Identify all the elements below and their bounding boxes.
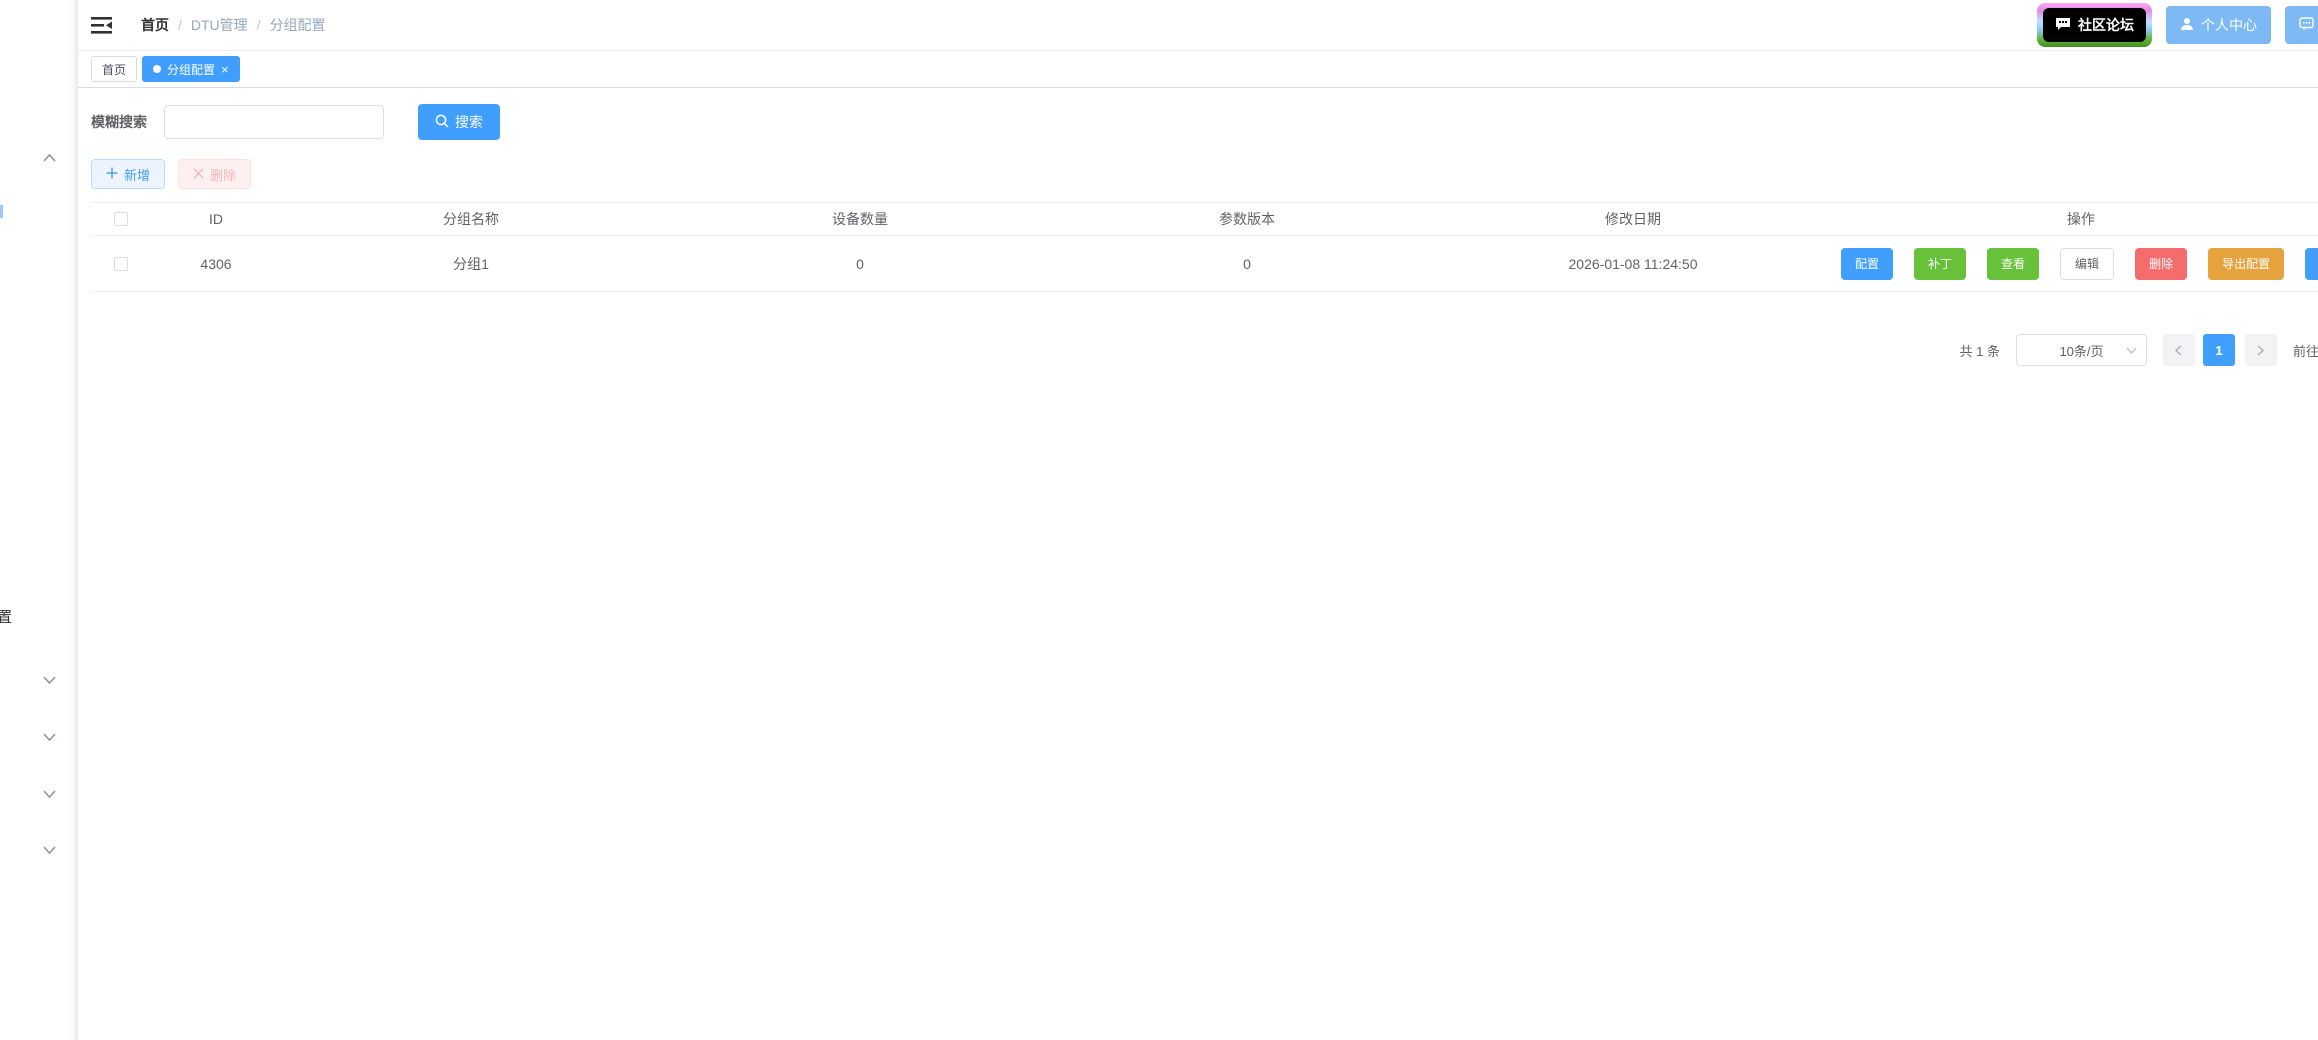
delete-button-label: 删除 <box>210 167 237 183</box>
column-header-actions: 操作 <box>2067 211 2095 227</box>
configure-button[interactable]: 配置 <box>1841 247 1894 280</box>
messages-button[interactable]: 消息 <box>2285 6 2318 44</box>
tab-group-config[interactable]: 分组配置 × <box>142 56 240 82</box>
community-forum-button[interactable]: 社区论坛 <box>2037 3 2152 47</box>
edit-button[interactable]: 编辑 <box>2060 247 2115 280</box>
profile-label: 个人中心 <box>2201 17 2257 33</box>
chevron-down-icon[interactable] <box>43 728 56 746</box>
tab-home[interactable]: 首页 <box>91 56 138 82</box>
chevron-up-icon[interactable] <box>43 149 56 167</box>
row-actions: 配置 补丁 查看 编辑 删除 导出配置 <box>1831 247 2318 280</box>
sidebar-active-sliver <box>0 205 3 218</box>
breadcrumb-home[interactable]: 首页 <box>141 15 169 35</box>
message-icon <box>2299 16 2314 34</box>
comment-icon <box>2055 17 2071 34</box>
cell-group-name: 分组1 <box>453 255 489 272</box>
tab-bar: 首页 分组配置 × <box>78 51 2318 88</box>
row-delete-button[interactable]: 删除 <box>2135 247 2188 280</box>
main-area: 首页 / DTU管理 / 分组配置 社区论坛 个人中心 首页 分组配置 × 模糊… <box>78 0 2318 366</box>
column-header-modified-date: 修改日期 <box>1605 211 1661 227</box>
toolbar: 新增 删除 <box>91 159 2318 189</box>
content: 模糊搜索 搜索 新增 删除 ID 分组名称 设备数量 参数版本 修改日期 操作 … <box>78 104 2318 366</box>
plus-icon <box>106 167 118 182</box>
sidebar: 置 <box>0 0 78 1040</box>
table-header-row: ID 分组名称 设备数量 参数版本 修改日期 操作 <box>91 202 2318 236</box>
delete-button-disabled[interactable]: 删除 <box>178 159 252 189</box>
groups-table: ID 分组名称 设备数量 参数版本 修改日期 操作 4306 分组1 0 0 2… <box>91 202 2318 292</box>
search-button-label: 搜索 <box>455 114 483 130</box>
cell-device-count: 0 <box>856 255 864 272</box>
page-size-select[interactable]: 10条/页 <box>2015 334 2147 366</box>
cell-id: 4306 <box>200 255 232 272</box>
user-icon <box>2180 17 2194 34</box>
search-row: 模糊搜索 搜索 <box>91 104 2318 140</box>
cell-param-version: 0 <box>1243 255 1251 272</box>
community-forum-label: 社区论坛 <box>2078 17 2134 33</box>
next-page-button[interactable] <box>2244 334 2277 366</box>
profile-button[interactable]: 个人中心 <box>2166 6 2271 44</box>
arrow-left-icon <box>2175 344 2182 356</box>
prev-page-button[interactable] <box>2162 334 2195 366</box>
column-header-device-count: 设备数量 <box>832 211 888 227</box>
current-page-button[interactable]: 1 <box>2202 334 2235 366</box>
pagination: 共 1 条 10条/页 1 前往 <box>91 334 2318 366</box>
close-icon[interactable]: × <box>221 63 229 76</box>
chevron-down-icon[interactable] <box>43 671 56 689</box>
goto-page-label: 前往 <box>2292 343 2318 359</box>
tab-home-label: 首页 <box>102 62 127 77</box>
search-input[interactable] <box>164 105 384 139</box>
breadcrumb-separator: / <box>178 17 182 33</box>
breadcrumb-dtu[interactable]: DTU管理 <box>191 15 248 35</box>
total-count: 共 1 条 <box>1959 343 2000 359</box>
top-navbar: 首页 / DTU管理 / 分组配置 社区论坛 个人中心 <box>78 0 2318 51</box>
sidebar-cut-menu-text[interactable]: 置 <box>0 606 12 627</box>
table-row: 4306 分组1 0 0 2026-01-08 11:24:50 配置 补丁 查… <box>91 236 2318 292</box>
chevron-down-icon[interactable] <box>43 841 56 859</box>
column-header-group-name: 分组名称 <box>443 211 499 227</box>
page-size-value: 10条/页 <box>2059 343 2104 359</box>
arrow-right-icon <box>2257 344 2265 356</box>
close-icon <box>193 167 204 182</box>
add-button-label: 新增 <box>124 167 151 183</box>
menu-fold-icon[interactable] <box>91 16 112 40</box>
search-icon <box>435 114 449 131</box>
tab-group-config-label: 分组配置 <box>167 62 216 77</box>
view-button[interactable]: 查看 <box>1987 247 2040 280</box>
active-dot-icon <box>153 65 162 73</box>
search-button[interactable]: 搜索 <box>418 104 500 140</box>
cell-modified-date: 2026-01-08 11:24:50 <box>1568 255 1698 272</box>
column-header-param-version: 参数版本 <box>1219 211 1275 227</box>
fuzzy-search-label: 模糊搜索 <box>91 114 147 130</box>
breadcrumb-current: 分组配置 <box>269 17 326 33</box>
breadcrumb: 首页 / DTU管理 / 分组配置 <box>141 0 326 50</box>
breadcrumb-separator: / <box>256 17 261 33</box>
add-button[interactable]: 新增 <box>91 159 166 189</box>
clipped-action-button[interactable] <box>2305 247 2318 280</box>
patch-button[interactable]: 补丁 <box>1914 247 1967 280</box>
export-config-button[interactable]: 导出配置 <box>2208 247 2285 280</box>
topbar-actions: 社区论坛 个人中心 消息 <box>2037 3 2318 47</box>
select-all-checkbox[interactable] <box>114 212 128 226</box>
row-checkbox[interactable] <box>114 256 128 271</box>
column-header-id[interactable]: ID <box>151 211 281 227</box>
chevron-down-icon[interactable] <box>43 785 56 803</box>
chevron-down-icon <box>2126 347 2137 354</box>
